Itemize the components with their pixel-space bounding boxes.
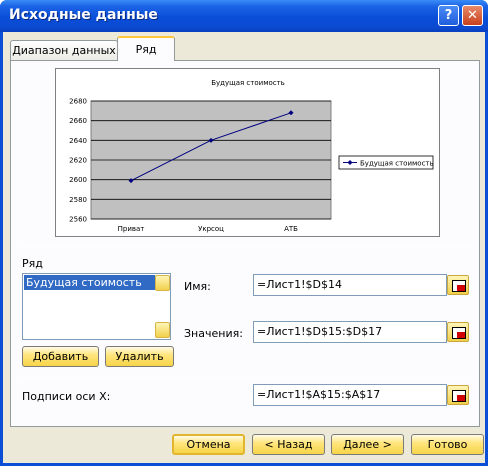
dialog-window: Исходные данные ? ✕ Диапазон данных Ряд …	[0, 0, 488, 466]
series-section-label: Ряд	[22, 257, 43, 270]
x-labels-range-picker-icon[interactable]	[447, 385, 469, 405]
next-button[interactable]: Далее >	[331, 434, 404, 455]
back-button[interactable]: < Назад	[252, 434, 325, 455]
name-range-picker-icon[interactable]	[447, 275, 469, 295]
tab-data-range[interactable]: Диапазон данных	[10, 40, 118, 60]
x-labels-label: Подписи оси X:	[22, 390, 111, 403]
separator-line	[22, 246, 470, 247]
finish-button[interactable]: Готово	[411, 434, 484, 455]
title-bar[interactable]: Исходные данные ? ✕	[0, 0, 488, 32]
series-listbox[interactable]: Будущая стоимость	[22, 273, 171, 340]
separator-line	[22, 377, 470, 378]
values-range-picker-icon[interactable]	[447, 322, 469, 342]
cancel-button[interactable]: Отмена	[172, 434, 245, 455]
x-tick-label: АТБ	[284, 225, 298, 233]
window-title: Исходные данные	[9, 7, 158, 23]
scroll-up-button[interactable]	[155, 275, 170, 291]
values-label: Значения:	[184, 327, 243, 340]
help-button[interactable]: ?	[438, 5, 459, 26]
y-tick-label: 2660	[69, 117, 87, 125]
remove-series-button[interactable]: Удалить	[105, 346, 174, 367]
name-field[interactable]: =Лист1!$D$14	[253, 274, 447, 296]
y-tick-label: 2640	[69, 137, 87, 145]
chart-title: Будущая стоимость	[211, 79, 285, 87]
legend-label: Будущая стоимость	[360, 160, 434, 168]
x-tick-label: Укрсоц	[198, 225, 224, 233]
y-tick-label: 2560	[69, 216, 87, 224]
dialog-client-area: Диапазон данных Ряд Будущая стоимость 268…	[3, 32, 485, 463]
tab-series[interactable]: Ряд	[117, 36, 175, 61]
y-tick-label: 2680	[69, 98, 87, 106]
series-list-item[interactable]: Будущая стоимость	[24, 275, 155, 290]
x-labels-field[interactable]: =Лист1!$A$15:$A$17	[253, 384, 447, 406]
x-tick-label: Приват	[118, 225, 145, 233]
scroll-down-button[interactable]	[155, 322, 170, 338]
chart-svg: Будущая стоимость 2680 2660 2640 2620 2600 258…	[69, 79, 434, 233]
add-series-button[interactable]: Добавить	[22, 346, 99, 367]
y-tick-label: 2620	[69, 157, 87, 165]
y-tick-label: 2600	[69, 176, 87, 184]
series-tab-panel: Будущая стоимость 2680 2660 2640 2620 2600 258…	[10, 60, 480, 427]
y-tick-label: 2580	[69, 196, 87, 204]
name-label: Имя:	[184, 280, 211, 293]
chart-preview: Будущая стоимость 2680 2660 2640 2620 2600 258…	[55, 68, 440, 237]
close-button[interactable]: ✕	[462, 5, 483, 26]
values-field[interactable]: =Лист1!$D$15:$D$17	[253, 321, 447, 343]
